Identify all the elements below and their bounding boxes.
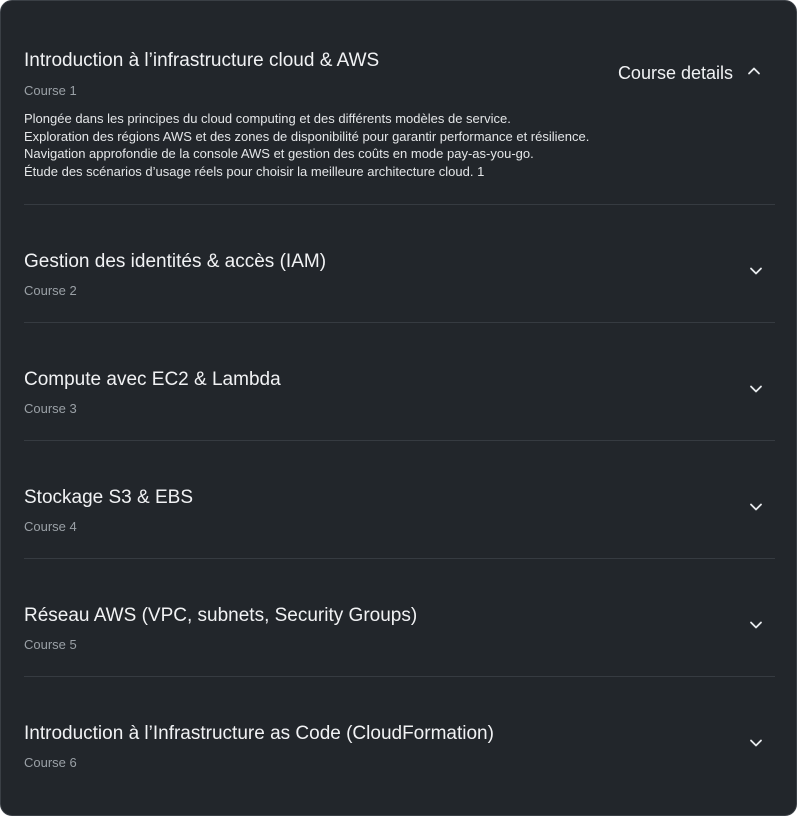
accordion-item-course-5[interactable]: Réseau AWS (VPC, subnets, Security Group… [24, 559, 775, 676]
course-title: Compute avec EC2 & Lambda [24, 369, 281, 390]
course-number: Course 5 [24, 637, 77, 652]
chevron-down-icon[interactable] [749, 500, 763, 514]
accordion-item-course-4[interactable]: Stockage S3 & EBS Course 4 [24, 441, 775, 558]
course-title: Réseau AWS (VPC, subnets, Security Group… [24, 605, 418, 626]
description-line: Étude des scénarios d’usage réels pour c… [24, 163, 485, 179]
course-title: Stockage S3 & EBS [24, 487, 193, 508]
course-number: Course 2 [24, 283, 77, 298]
course-number: Course 1 [24, 83, 77, 98]
chevron-down-icon[interactable] [749, 618, 763, 632]
course-accordion: Introduction à l’infrastructure cloud & … [0, 0, 797, 816]
course-details-label: Course details [617, 63, 733, 83]
course-title: Introduction à l’Infrastructure as Code … [24, 723, 494, 744]
chevron-down-icon[interactable] [749, 264, 763, 278]
accordion-item-course-3[interactable]: Compute avec EC2 & Lambda Course 3 [24, 323, 775, 440]
course-title: Gestion des identités & accès (IAM) [24, 251, 327, 272]
course-number: Course 3 [24, 401, 77, 416]
description-line: Navigation approfondie de la console AWS… [24, 146, 534, 161]
description-line: Plongée dans les principes du cloud comp… [24, 111, 511, 126]
chevron-up-icon [747, 64, 761, 83]
accordion-item-course-2[interactable]: Gestion des identités & accès (IAM) Cour… [24, 205, 775, 322]
course-description: Plongée dans les principes du cloud comp… [24, 110, 744, 180]
accordion-item-course-6[interactable]: Introduction à l’Infrastructure as Code … [24, 677, 775, 794]
course-title: Introduction à l’infrastructure cloud & … [24, 50, 380, 71]
description-line: Exploration des régions AWS et des zones… [24, 128, 590, 144]
chevron-down-icon[interactable] [749, 382, 763, 396]
course-details-toggle[interactable]: Course details [618, 61, 761, 85]
chevron-down-icon[interactable] [749, 736, 763, 750]
course-number: Course 4 [24, 519, 77, 534]
course-number: Course 6 [24, 755, 77, 770]
